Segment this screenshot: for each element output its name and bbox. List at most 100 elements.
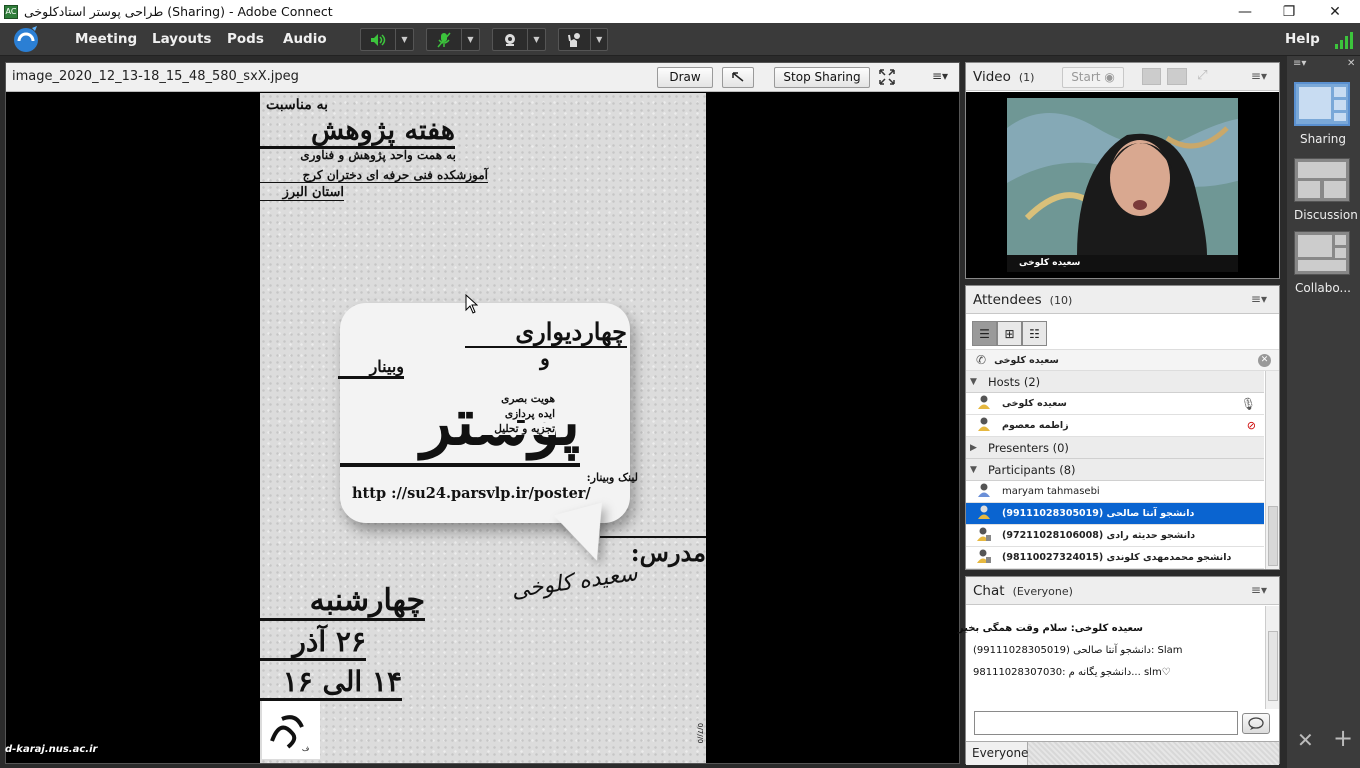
- layouts-close-icon[interactable]: ✕: [1347, 58, 1355, 69]
- layouts-tools-icon[interactable]: ✕: [1297, 728, 1314, 752]
- presenters-group-header[interactable]: ▶ Presenters (0): [966, 437, 1264, 459]
- chat-scroll-thumb[interactable]: [1268, 631, 1278, 701]
- video-stage: سعیده کلوخی: [966, 92, 1279, 278]
- attendee-row[interactable]: maryam tahmasebi: [966, 481, 1264, 503]
- host-user-icon: [976, 394, 992, 413]
- participant-user-icon: [976, 482, 992, 501]
- hosts-group-header[interactable]: ▼ Hosts (2): [966, 371, 1264, 393]
- poster-day: چهارشنبه: [260, 583, 425, 621]
- adobe-connect-app-icon: AC: [4, 4, 18, 19]
- attendees-pod-menu-icon[interactable]: ≡▾: [1251, 292, 1267, 306]
- attendees-scrollbar[interactable]: [1265, 371, 1279, 569]
- minimize-button[interactable]: —: [1222, 0, 1268, 23]
- layout-collaboration-label: Collabo...: [1295, 281, 1351, 295]
- attendee-count: (10): [1049, 294, 1073, 307]
- participant-user-icon: [976, 504, 992, 523]
- poster-code-mark: 0/7//0: [696, 723, 704, 744]
- fullscreen-icon[interactable]: [879, 69, 895, 89]
- annotation-tool-button[interactable]: [722, 67, 754, 88]
- svg-text:ف: ف: [302, 745, 309, 753]
- webcam-icon: [505, 33, 515, 46]
- add-layout-icon[interactable]: +: [1333, 724, 1353, 752]
- attendees-pod-header: Attendees (10) ≡▾: [966, 286, 1279, 314]
- chat-scrollbar[interactable]: [1265, 606, 1279, 709]
- layout-discussion-thumbnail: [1294, 158, 1350, 202]
- stop-sharing-button[interactable]: Stop Sharing: [774, 67, 870, 88]
- video-pod-menu-icon[interactable]: ≡▾: [1251, 69, 1267, 83]
- menu-audio[interactable]: Audio: [283, 23, 327, 56]
- draw-button[interactable]: Draw: [657, 67, 713, 88]
- microphone-toggle-button[interactable]: [427, 29, 461, 50]
- layout-sharing-thumbnail: [1294, 82, 1350, 126]
- menu-meeting[interactable]: Meeting: [75, 23, 137, 56]
- breakout-view-icon[interactable]: ⊞: [997, 321, 1022, 346]
- chat-bubble-icon: [1248, 716, 1264, 730]
- presenters-group-label: Presenters (0): [988, 440, 1069, 455]
- chat-message: 98111028307030: دانشجو یگانه م... slm♡: [973, 667, 1171, 678]
- list-view-icon[interactable]: ☰: [972, 321, 997, 346]
- layouts-bar: ≡▾ ✕ Sharing Discussion Collabo... ✕ +: [1287, 56, 1360, 768]
- layout-sharing[interactable]: Sharing: [1294, 82, 1352, 146]
- expand-triangle-icon: ▼: [970, 464, 977, 475]
- webcam-toggle-button[interactable]: [493, 29, 527, 50]
- send-chat-button[interactable]: [1242, 713, 1270, 734]
- attendee-row[interactable]: دانشجو محمدمهدی کلوندی (98110027324015): [966, 547, 1264, 569]
- layout-discussion-label: Discussion: [1294, 208, 1358, 222]
- chat-message-input[interactable]: [974, 711, 1238, 735]
- speaker-dropdown-arrow[interactable]: ▼: [395, 29, 413, 50]
- menu-pods[interactable]: Pods: [227, 23, 264, 56]
- layouts-menu-icon[interactable]: ≡▾: [1293, 58, 1306, 69]
- status-dropdown-arrow[interactable]: ▼: [590, 29, 607, 50]
- close-window-button[interactable]: ✕: [1312, 0, 1358, 23]
- menu-help[interactable]: Help: [1285, 23, 1320, 56]
- attendee-row-selected[interactable]: دانشجو آنتا صالحی (99111028305019): [966, 503, 1264, 525]
- maximize-button[interactable]: ❐: [1266, 0, 1312, 23]
- attendees-pod: Attendees (10) ≡▾ ☰ ⊞ ☷ ✆ سعیده کلوخی ✕ ▼…: [965, 285, 1280, 570]
- speaker-toggle-button[interactable]: [361, 29, 395, 50]
- poster-bubble-title: چهاردیواری: [465, 317, 627, 348]
- menu-layouts[interactable]: Layouts: [152, 23, 211, 56]
- attendee-row[interactable]: دانشجو حدیثه رادی (97211028106008): [966, 525, 1264, 547]
- attendee-name: سعیده کلوخی: [1002, 398, 1067, 409]
- clear-speaker-icon[interactable]: ✕: [1258, 353, 1271, 367]
- mouse-cursor-icon: [465, 294, 478, 314]
- layout-discussion[interactable]: Discussion: [1294, 158, 1358, 222]
- poster-occasion: به مناسبت: [266, 97, 328, 113]
- microphone-icon: [437, 32, 451, 47]
- hosts-group-label: Hosts (2): [988, 374, 1041, 389]
- start-video-button[interactable]: Start ◉: [1062, 67, 1124, 88]
- adobe-connect-logo-icon[interactable]: [11, 25, 41, 53]
- connection-signal-icon: [1335, 32, 1353, 49]
- webcam-dropdown-arrow[interactable]: ▼: [527, 29, 545, 50]
- video-fullscreen-icon[interactable]: ⤢: [1193, 68, 1212, 85]
- poster-topic-1: هویت بصری: [485, 393, 555, 405]
- speaker-name-label: سعیده کلوخی: [1007, 255, 1238, 272]
- participants-group-label: Participants (8): [988, 462, 1076, 477]
- share-pod-menu-icon[interactable]: ≡▾: [932, 69, 948, 83]
- layout-collaboration[interactable]: Collabo...: [1294, 231, 1352, 295]
- chat-recipient-tab[interactable]: Everyone: [966, 742, 1028, 765]
- attendees-scroll-thumb[interactable]: [1268, 506, 1278, 566]
- chat-pod-menu-icon[interactable]: ≡▾: [1251, 583, 1267, 597]
- video-filmstrip-icon[interactable]: [1167, 68, 1187, 85]
- participant-user-icon: [976, 526, 992, 545]
- attendees-title-text: Attendees: [973, 292, 1042, 308]
- poster-college: آموزشکده فنی حرفه ای دختران کرج: [260, 168, 488, 183]
- pointer-tool-icon: [732, 72, 744, 82]
- video-pod-title: Video (1): [973, 69, 1034, 85]
- raise-hand-button[interactable]: [559, 29, 590, 50]
- chat-scope: (Everyone): [1012, 585, 1073, 598]
- attendee-row[interactable]: سعیده کلوخی 🎙: [966, 393, 1264, 415]
- chat-recipient-bar: Everyone: [966, 741, 1279, 765]
- video-grid-icon[interactable]: [1142, 68, 1162, 85]
- speaker-control: ▼: [360, 28, 414, 51]
- participants-group-header[interactable]: ▼ Participants (8): [966, 459, 1264, 481]
- video-count: (1): [1018, 71, 1035, 84]
- attendees-pod-title: Attendees (10): [973, 292, 1072, 308]
- role-view-icon[interactable]: ☷: [1022, 321, 1047, 346]
- microphone-dropdown-arrow[interactable]: ▼: [461, 29, 479, 50]
- poster-province: استان البرز: [260, 185, 344, 201]
- chat-pod-title: Chat (Everyone): [973, 583, 1073, 599]
- active-speaker-name: سعیده کلوخی: [994, 354, 1059, 366]
- attendee-row[interactable]: زاطمه معصوم ⊘: [966, 415, 1264, 437]
